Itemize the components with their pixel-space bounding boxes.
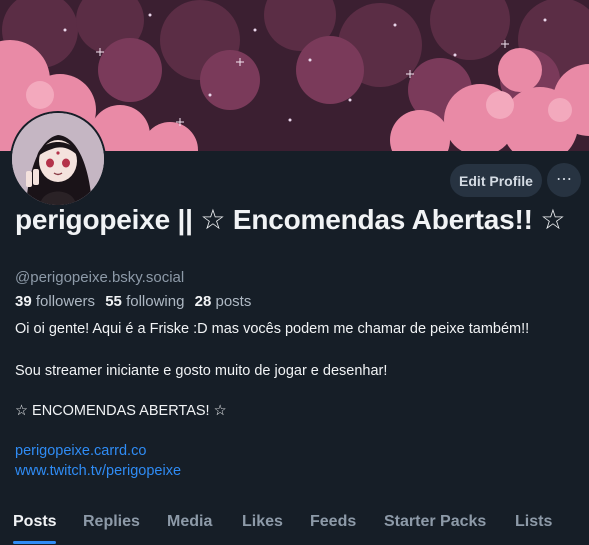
followers-count: 39 [15, 293, 32, 310]
posts-label: posts [215, 293, 252, 310]
posts-count: 28 [194, 293, 212, 310]
tab-posts[interactable]: Posts [13, 513, 57, 531]
profile-handle: @perigopeixe.bsky.social [15, 269, 185, 286]
more-options-button[interactable]: ⋯ [547, 163, 581, 197]
tab-lists[interactable]: Lists [515, 513, 552, 531]
bio-line-3: ☆ ENCOMENDAS ABERTAS! ☆ [15, 403, 227, 419]
bio-link-carrd[interactable]: perigopeixe.carrd.co [15, 443, 146, 459]
following-count: 55 [105, 293, 122, 310]
tab-starter-packs[interactable]: Starter Packs [384, 513, 486, 531]
tab-media[interactable]: Media [167, 513, 212, 531]
more-icon: ⋯ [556, 171, 572, 188]
avatar[interactable] [10, 111, 106, 207]
tab-likes[interactable]: Likes [242, 513, 283, 531]
edit-profile-button[interactable]: Edit Profile [450, 164, 542, 197]
posts-stat: 28 posts [195, 293, 252, 310]
bio-line-2: Sou streamer iniciante e gosto muito de … [15, 363, 388, 379]
followers-label: followers [35, 293, 96, 310]
tab-replies[interactable]: Replies [83, 513, 140, 531]
following-label: following [126, 293, 185, 310]
display-name: perigopeixe || ☆ Encomendas Abertas!! ☆ [15, 204, 566, 235]
profile-stats: 39 followers 55 following 28 posts [15, 293, 251, 310]
followers-stat[interactable]: 39 followers [15, 293, 95, 310]
bio-line-1: Oi oi gente! Aqui é a Friske :D mas você… [15, 321, 530, 337]
tab-feeds[interactable]: Feeds [310, 513, 356, 531]
active-tab-indicator [13, 541, 56, 544]
bio-link-twitch[interactable]: www.twitch.tv/perigopeixe [15, 463, 181, 479]
following-stat[interactable]: 55 following [105, 293, 184, 310]
avatar-illustration [12, 113, 104, 205]
profile-tabs: Posts Replies Media Likes Feeds Starter … [0, 500, 589, 545]
